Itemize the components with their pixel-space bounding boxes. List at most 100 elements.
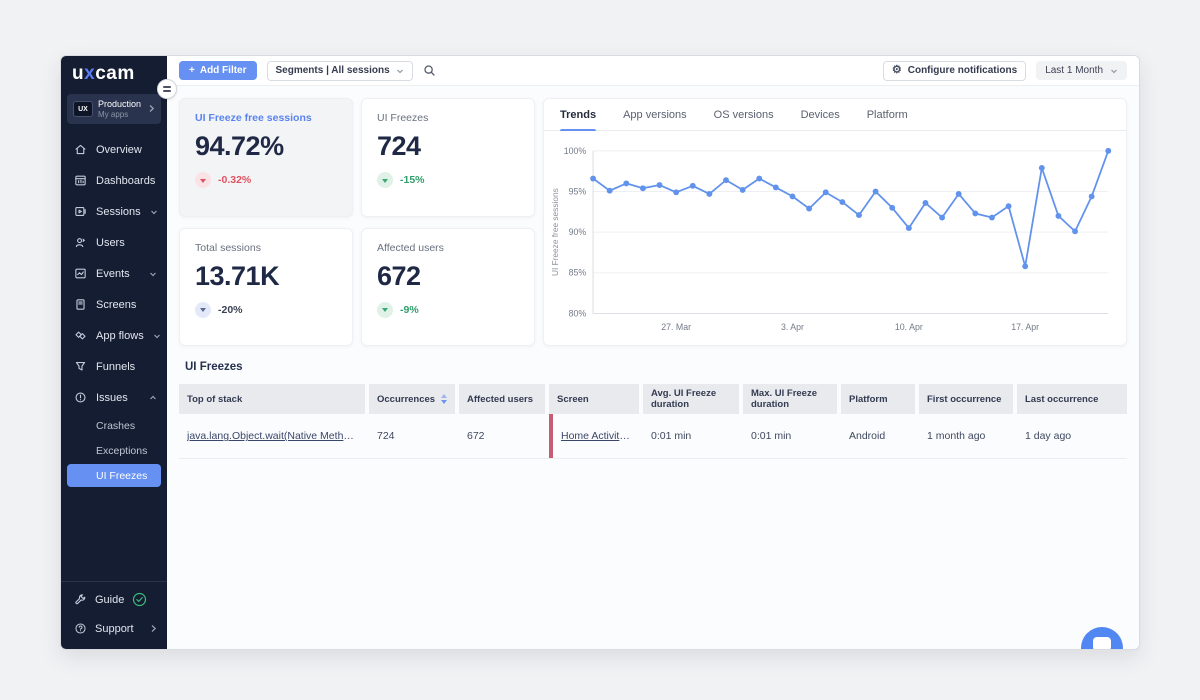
screens-icon xyxy=(74,298,87,311)
column-header-occurrences[interactable]: Occurrences xyxy=(369,384,455,414)
trend-down-icon xyxy=(377,302,393,318)
configure-notifications-button[interactable]: ⚙ Configure notifications xyxy=(883,61,1026,81)
svg-text:17. Apr: 17. Apr xyxy=(1011,322,1039,332)
screen-link[interactable]: Home Activity ... xyxy=(561,430,631,442)
chevron-up-icon xyxy=(149,394,157,402)
svg-text:UI Freeze free sessions: UI Freeze free sessions xyxy=(550,188,560,276)
sidebar-item-overview[interactable]: Overview xyxy=(61,134,167,165)
metrics-grid: UI Freeze free sessions 94.72% -0.32% UI… xyxy=(179,98,535,346)
app-selector[interactable]: UX Production - ... My apps xyxy=(67,94,161,124)
app-name: Production - ... xyxy=(98,99,143,109)
column-header-screen: Screen xyxy=(549,384,639,414)
chevron-down-icon xyxy=(396,67,404,75)
check-circle-icon xyxy=(132,592,147,607)
sidebar-item-label: Screens xyxy=(96,299,136,311)
metric-card-ui-freeze-free-sessions[interactable]: UI Freeze free sessions 94.72% -0.32% xyxy=(179,98,353,217)
metric-value: 13.71K xyxy=(195,261,337,292)
search-icon[interactable] xyxy=(423,64,436,77)
sort-icon[interactable] xyxy=(441,394,447,404)
content: UI Freeze free sessions 94.72% -0.32% UI… xyxy=(167,86,1139,649)
tab-trends[interactable]: Trends xyxy=(560,99,596,130)
column-header-first-occurrence: First occurrence xyxy=(919,384,1013,414)
chevron-down-icon xyxy=(149,270,157,278)
sidebar-item-label: Funnels xyxy=(96,361,135,373)
metric-delta: -15% xyxy=(400,174,425,186)
chevron-down-icon xyxy=(1110,67,1118,75)
chat-icon xyxy=(1093,637,1111,649)
issues-icon xyxy=(74,391,87,404)
sidebar-item-label: Sessions xyxy=(96,206,141,218)
trend-down-icon xyxy=(377,172,393,188)
wrench-icon xyxy=(74,593,87,606)
events-icon xyxy=(74,267,87,280)
sidebar-item-app-flows[interactable]: App flows xyxy=(61,320,167,351)
sidebar-item-events[interactable]: Events xyxy=(61,258,167,289)
occurrences-value: 724 xyxy=(369,414,455,458)
column-header-last-occurrence: Last occurrence xyxy=(1017,384,1127,414)
plus-icon: + xyxy=(189,65,195,76)
sidebar-item-users[interactable]: Users xyxy=(61,227,167,258)
svg-text:10. Apr: 10. Apr xyxy=(895,322,923,332)
main-area: + Add Filter Segments | All sessions ⚙ C… xyxy=(167,56,1139,649)
sidebar-item-screens[interactable]: Screens xyxy=(61,289,167,320)
metric-card-affected-users[interactable]: Affected users 672 -9% xyxy=(361,228,535,347)
sidebar-item-exceptions[interactable]: Exceptions xyxy=(61,438,167,463)
severity-bar xyxy=(549,414,553,458)
daterange-selector[interactable]: Last 1 Month xyxy=(1036,61,1127,80)
sidebar-item-label: Users xyxy=(96,237,125,249)
help-circle-icon xyxy=(74,622,87,635)
metric-card-ui-freezes[interactable]: UI Freezes 724 -15% xyxy=(361,98,535,217)
sidebar-collapse-button[interactable] xyxy=(157,79,177,99)
tab-os-versions[interactable]: OS versions xyxy=(714,99,774,130)
svg-text:95%: 95% xyxy=(569,186,587,196)
metric-title: UI Freezes xyxy=(377,112,519,124)
logo-text-suffix: cam xyxy=(95,63,135,84)
app-subtitle: My apps xyxy=(98,110,143,119)
sidebar-item-support[interactable]: Support xyxy=(61,614,167,643)
sidebar-item-label: Events xyxy=(96,268,130,280)
metric-title: UI Freeze free sessions xyxy=(195,112,337,124)
app-window: uxcam UX Production - ... My apps Overvi… xyxy=(60,55,1140,650)
metric-delta: -9% xyxy=(400,304,419,316)
dashboard-icon xyxy=(74,174,87,187)
affected-users-value: 672 xyxy=(459,414,545,458)
table-header: Top of stack Occurrences Affected users … xyxy=(179,384,1127,414)
trend-chart-svg: 100%95%90%85%80%27. Mar3. Apr10. Apr17. … xyxy=(548,135,1122,345)
stack-trace-link[interactable]: java.lang.Object.wait(Native Method) xyxy=(187,430,357,442)
sidebar-nav: Overview Dashboards Sessions Users Event… xyxy=(61,134,167,488)
sidebar-item-crashes[interactable]: Crashes xyxy=(61,413,167,438)
sidebar-item-label: Guide xyxy=(95,594,124,606)
sidebar-item-issues[interactable]: Issues xyxy=(61,382,167,413)
last-occurrence-value: 1 day ago xyxy=(1017,414,1127,458)
trend-down-icon xyxy=(195,172,211,188)
tab-devices[interactable]: Devices xyxy=(801,99,840,130)
add-filter-button[interactable]: + Add Filter xyxy=(179,61,257,80)
column-header-top-of-stack: Top of stack xyxy=(179,384,365,414)
sidebar-item-dashboards[interactable]: Dashboards xyxy=(61,165,167,196)
gear-icon: ⚙ xyxy=(892,65,902,76)
metric-card-total-sessions[interactable]: Total sessions 13.71K -20% xyxy=(179,228,353,347)
sidebar-item-funnels[interactable]: Funnels xyxy=(61,351,167,382)
sidebar-subitem-label: Exceptions xyxy=(96,445,147,457)
column-header-platform: Platform xyxy=(841,384,915,414)
table-row: java.lang.Object.wait(Native Method) 724… xyxy=(179,414,1127,459)
svg-text:27. Mar: 27. Mar xyxy=(661,322,691,332)
sidebar-item-ui-freezes[interactable]: UI Freezes xyxy=(67,464,161,487)
sidebar-item-guide[interactable]: Guide xyxy=(61,585,167,614)
add-filter-label: Add Filter xyxy=(200,65,247,76)
sidebar-item-sessions[interactable]: Sessions xyxy=(61,196,167,227)
metric-delta: -20% xyxy=(218,304,243,316)
tab-platform[interactable]: Platform xyxy=(867,99,908,130)
svg-text:90%: 90% xyxy=(569,227,587,237)
home-icon xyxy=(74,143,87,156)
svg-text:80%: 80% xyxy=(569,308,587,318)
metric-title: Affected users xyxy=(377,242,519,254)
segments-selector[interactable]: Segments | All sessions xyxy=(267,61,413,81)
metric-value: 672 xyxy=(377,261,519,292)
segments-label: Segments | All sessions xyxy=(276,65,390,76)
sidebar-subitem-label: UI Freezes xyxy=(96,470,147,482)
uxcam-logo: uxcam xyxy=(61,56,167,87)
topbar: + Add Filter Segments | All sessions ⚙ C… xyxy=(167,56,1139,86)
avg-duration-value: 0:01 min xyxy=(643,414,739,458)
tab-app-versions[interactable]: App versions xyxy=(623,99,687,130)
